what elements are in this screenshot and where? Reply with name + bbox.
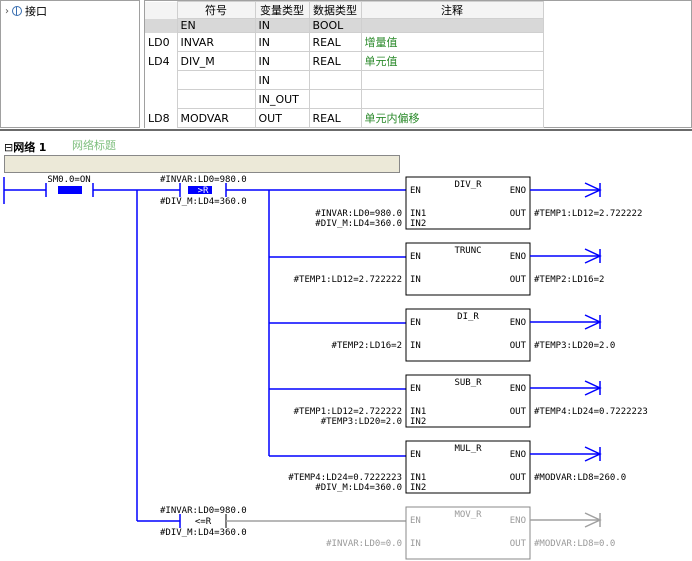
pin-eno-label: ENO (510, 450, 526, 460)
pin-in2-label: IN2 (410, 483, 426, 493)
pin-out-label: OUT (510, 209, 527, 219)
operand-in2[interactable]: #TEMP3:LD20=2.0 (321, 417, 402, 427)
pin-in1-label: IN1 (410, 473, 426, 483)
pin-out-label: OUT (510, 341, 527, 351)
operand-in1[interactable]: #INVAR:LD0=980.0 (315, 209, 402, 219)
instruction-box-div-r[interactable]: DIV_R EN ENO IN1 OUT IN2 #INVAR:LD0=980.0#DIV_… (315, 176, 642, 230)
instruction-box-mul-r[interactable]: MUL_R EN ENO IN1 OUT IN2 #TEMP4:LD24=0.7222223… (288, 440, 626, 494)
pin-eno-label: ENO (510, 186, 526, 196)
box-title: TRUNC (454, 246, 481, 256)
pin-eno-label: ENO (510, 384, 526, 394)
compare-bottom-operand: #DIV_M:LD4=360.0 (160, 528, 247, 538)
pin-out-label: OUT (510, 407, 527, 417)
pin-en-label: EN (410, 450, 421, 460)
pin-out-label: OUT (510, 275, 527, 285)
operand-out[interactable]: #TEMP2:LD16=2 (534, 275, 604, 285)
pin-en-label: EN (410, 186, 421, 196)
compare-op: >R (198, 186, 209, 196)
pin-in2-label: IN2 (410, 219, 426, 229)
pin-en-label: EN (410, 516, 421, 526)
pin-in2-label: IN2 (410, 417, 426, 427)
compare-top-operand: #INVAR:LD0=980.0 (160, 175, 247, 185)
operand-out[interactable]: #TEMP1:LD12=2.722222 (534, 209, 642, 219)
pin-eno-label: ENO (510, 516, 526, 526)
ladder-diagram: SM0.0=ON >R #INVAR:LD0=980.0 #DIV_M:LD4=… (3, 175, 648, 560)
pin-in1-label: IN1 (410, 209, 426, 219)
pin-en-label: EN (410, 252, 421, 262)
operand-out[interactable]: #TEMP3:LD20=2.0 (534, 341, 615, 351)
instruction-box-sub-r[interactable]: SUB_REN ENOIN1 OUTIN2#TEMP1:LD12=2.722222#… (294, 374, 648, 428)
pin-in1-label: IN (410, 539, 421, 549)
operand-in1[interactable]: #TEMP2:LD16=2 (332, 341, 402, 351)
pin-en-label: EN (410, 384, 421, 394)
pin-out-label: OUT (510, 473, 527, 483)
compare-op: <=R (195, 517, 212, 527)
operand-out[interactable]: #MODVAR:LD8=0.0 (534, 539, 615, 549)
compare-le-r[interactable]: <=R #INVAR:LD0=980.0 #DIV_M:LD4=360.0 (160, 506, 247, 538)
operand-in2[interactable]: #DIV_M:LD4=360.0 (315, 219, 402, 229)
box-title: DI_R (457, 312, 479, 322)
instruction-box-di-r[interactable]: DI_R EN ENO IN OUT #TEMP2:LD16=2 #TEMP3:LD20=2… (332, 308, 616, 362)
contact-label: SM0.0=ON (47, 175, 90, 185)
operand-in2[interactable]: #DIV_M:LD4=360.0 (315, 483, 402, 493)
compare-top-operand: #INVAR:LD0=980.0 (160, 506, 247, 516)
instruction-boxes: DIV_REN ENOIN1 OUTIN2#INVAR:LD0=980.0#DIV_… (288, 176, 648, 560)
operand-in1[interactable]: #TEMP1:LD12=2.722222 (294, 407, 402, 417)
operand-in1[interactable]: #TEMP1:LD12=2.722222 (294, 275, 402, 285)
operand-out[interactable]: #MODVAR:LD8=260.0 (534, 473, 626, 483)
instruction-box-trunc[interactable]: TRUNC EN ENO IN OUT #TEMP1:LD12=2.722222 #TEMP… (294, 242, 605, 296)
operand-in1[interactable]: #TEMP4:LD24=0.7222223 (288, 473, 402, 483)
instruction-box-mov-r[interactable]: MOV_R EN ENO IN OUT #INVAR:LD0=0.0 #MODVAR:LD8… (326, 506, 615, 560)
pin-eno-label: ENO (510, 252, 526, 262)
pin-eno-label: ENO (510, 318, 526, 328)
operand-out[interactable]: #TEMP4:LD24=0.7222223 (534, 407, 648, 417)
pin-in1-label: IN (410, 275, 421, 285)
pin-en-label: EN (410, 318, 421, 328)
box-title: MOV_R (454, 510, 482, 520)
operand-in1[interactable]: #INVAR:LD0=0.0 (326, 539, 402, 549)
box-title: MUL_R (454, 444, 482, 454)
contact-sm0-0[interactable]: SM0.0=ON (45, 175, 94, 197)
box-title: DIV_R (454, 180, 482, 190)
compare-gt-r[interactable]: >R #INVAR:LD0=980.0 #DIV_M:LD4=360.0 (160, 175, 247, 207)
pin-in1-label: IN (410, 341, 421, 351)
pin-in1-label: IN1 (410, 407, 426, 417)
box-title: SUB_R (454, 378, 482, 388)
compare-bottom-operand: #DIV_M:LD4=360.0 (160, 197, 247, 207)
pin-out-label: OUT (510, 539, 527, 549)
